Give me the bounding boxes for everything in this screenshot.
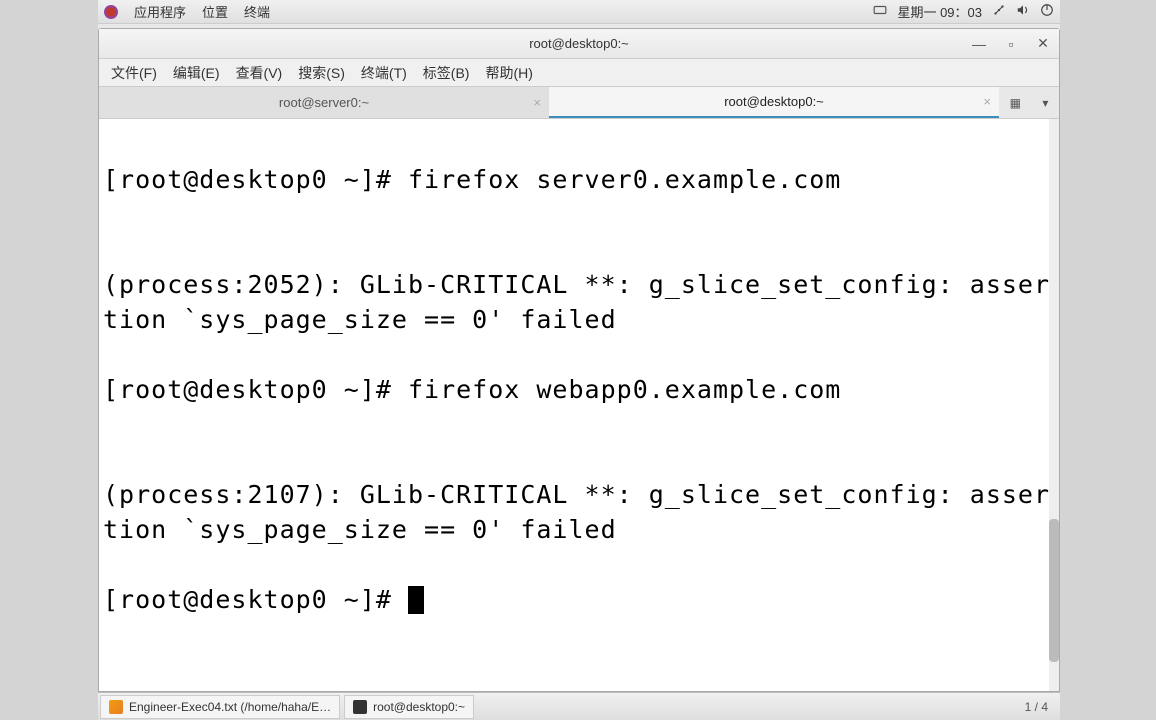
tab-dropdown-button[interactable]: ▾ [1042, 96, 1048, 110]
open-new-tab-button[interactable]: ▦ [1010, 96, 1021, 110]
terminal-content[interactable]: [root@desktop0 ~]# firefox server0.examp… [99, 119, 1059, 691]
menu-search[interactable]: 搜索(S) [292, 61, 351, 85]
network-icon[interactable] [992, 3, 1006, 20]
window-title: root@desktop0:~ [529, 36, 629, 51]
keyboard-icon[interactable] [873, 3, 887, 20]
volume-icon[interactable] [1016, 3, 1030, 20]
terminal-icon [353, 700, 367, 714]
menu-terminal[interactable]: 终端(T) [355, 61, 413, 85]
scrollbar[interactable] [1049, 119, 1059, 691]
terminal-menu[interactable]: 终端 [244, 2, 270, 21]
tab-desktop0[interactable]: root@desktop0:~ × [549, 87, 999, 118]
menu-file[interactable]: 文件(F) [105, 61, 163, 85]
text-editor-icon [109, 700, 123, 714]
scrollbar-thumb[interactable] [1049, 519, 1059, 662]
window-titlebar[interactable]: root@desktop0:~ — ▫ ✕ [99, 29, 1059, 59]
bottom-taskbar: Engineer-Exec04.txt (/home/haha/E… root@… [98, 692, 1060, 720]
clock-label[interactable]: 星期一 09：03 [897, 2, 982, 21]
menu-edit[interactable]: 编辑(E) [167, 61, 226, 85]
tab-server0[interactable]: root@server0:~ × [99, 87, 549, 118]
panel-logo-icon [104, 5, 118, 19]
terminal-line: (process:2052): GLib-CRITICAL **: g_slic… [103, 267, 1055, 337]
applications-menu[interactable]: 应用程序 [134, 2, 186, 21]
terminal-line: (process:2107): GLib-CRITICAL **: g_slic… [103, 477, 1055, 547]
taskbar-item-label: root@desktop0:~ [373, 700, 465, 714]
minimize-button[interactable]: — [967, 34, 991, 54]
cursor-block [408, 586, 424, 614]
taskbar-item-label: Engineer-Exec04.txt (/home/haha/E… [129, 700, 331, 714]
tab-close-icon[interactable]: × [983, 94, 991, 109]
terminal-window: root@desktop0:~ — ▫ ✕ 文件(F) 编辑(E) 查看(V) … [98, 28, 1060, 692]
close-button[interactable]: ✕ [1031, 34, 1055, 54]
workspace-switcher[interactable]: 1 / 4 [1013, 700, 1060, 714]
terminal-menubar: 文件(F) 编辑(E) 查看(V) 搜索(S) 终端(T) 标签(B) 帮助(H… [99, 59, 1059, 87]
taskbar-item-editor[interactable]: Engineer-Exec04.txt (/home/haha/E… [100, 695, 340, 719]
gnome-top-panel: 应用程序 位置 终端 星期一 09：03 [98, 0, 1060, 24]
maximize-button[interactable]: ▫ [999, 34, 1023, 54]
tab-label: root@server0:~ [279, 95, 369, 110]
power-icon[interactable] [1040, 3, 1054, 20]
terminal-tab-bar: root@server0:~ × root@desktop0:~ × ▦ ▾ [99, 87, 1059, 119]
menu-help[interactable]: 帮助(H) [479, 61, 538, 85]
tab-close-icon[interactable]: × [533, 95, 541, 110]
terminal-prompt-line: [root@desktop0 ~]# [103, 582, 1055, 617]
menu-tabs[interactable]: 标签(B) [417, 61, 476, 85]
taskbar-item-terminal[interactable]: root@desktop0:~ [344, 695, 474, 719]
terminal-line: [root@desktop0 ~]# firefox webapp0.examp… [103, 372, 1055, 407]
tab-label: root@desktop0:~ [724, 94, 824, 109]
menu-view[interactable]: 查看(V) [230, 61, 289, 85]
terminal-line: [root@desktop0 ~]# firefox server0.examp… [103, 162, 1055, 197]
places-menu[interactable]: 位置 [202, 2, 228, 21]
